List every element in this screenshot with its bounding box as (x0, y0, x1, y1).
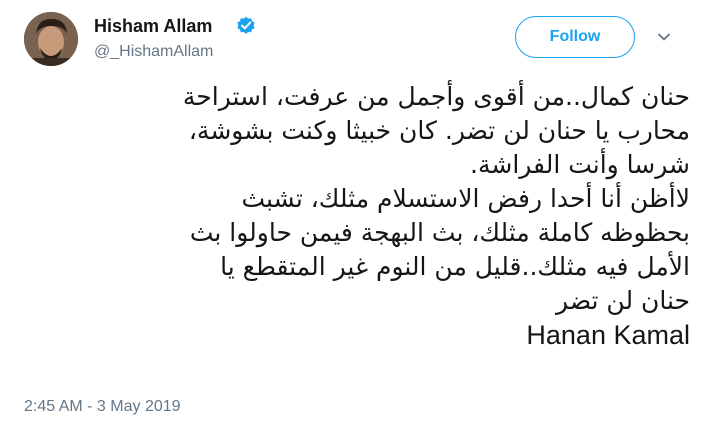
avatar[interactable] (24, 12, 78, 66)
tweet-line: لاأظن أنا أحدا رفض الاستسلام مثلك، تشبث (241, 184, 690, 213)
tweet-line: شرسا وأنت الفراشة. (470, 150, 690, 179)
tweet-signature: Hanan Kamal (526, 320, 690, 350)
follow-button[interactable]: Follow (515, 16, 635, 58)
tweet-line: الأمل فيه مثلك..قليل من النوم غير المتقط… (220, 252, 690, 281)
profile-photo-icon (24, 12, 78, 66)
author-handle[interactable]: @_HishamAllam (94, 43, 213, 61)
tweet-timestamp[interactable]: 2:45 AM - 3 May 2019 (24, 398, 181, 416)
tweet-line: حنان كمال..من أقوى وأجمل من عرفت، استراح… (182, 82, 690, 111)
tweet-line: بحظوظه كاملة مثلك، بث البهجة فيمن حاولوا… (189, 218, 690, 247)
author-display-name[interactable]: Hisham Allam (94, 16, 212, 37)
tweet-card: Hisham Allam @_HishamAllam Follow حنان ك… (0, 0, 720, 430)
verified-badge-icon (237, 16, 255, 34)
tweet-line: محارب يا حنان لن تضر. كان خبيثا وكنت بشو… (188, 116, 690, 145)
tweet-text: حنان كمال..من أقوى وأجمل من عرفت، استراح… (40, 80, 690, 352)
tweet-line: حنان لن تضر (556, 286, 690, 315)
chevron-down-icon[interactable] (657, 30, 671, 44)
